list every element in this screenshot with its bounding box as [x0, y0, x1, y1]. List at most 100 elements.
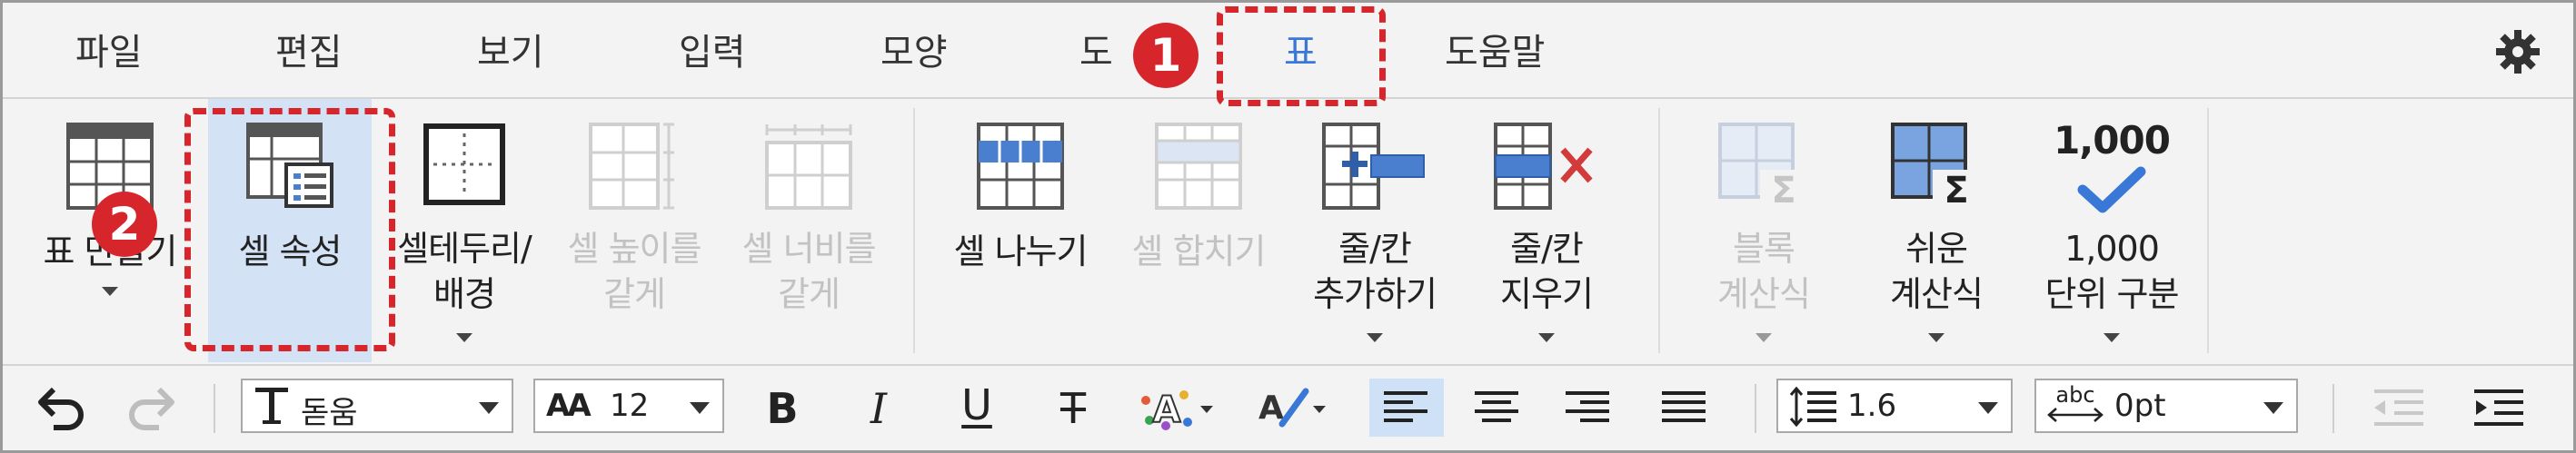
- font-size-select[interactable]: AA 12: [533, 379, 724, 433]
- align-center-button[interactable]: [1460, 379, 1535, 437]
- char-spacing-select[interactable]: abc 0pt: [2034, 379, 2298, 433]
- tab-insert[interactable]: 입력: [679, 30, 746, 75]
- split-cell-icon: [977, 123, 1064, 210]
- editor-window: 파일 편집 보기 입력 모양 도 표 도움말 표 셀 속성 셀테두리/ 배경 셀…: [0, 0, 2576, 453]
- thousands-label-line1: 1,000: [2064, 229, 2160, 269]
- block-calculation-button[interactable]: Σ 블록 계산식: [1684, 99, 1844, 362]
- align-center-icon: [1475, 391, 1518, 422]
- check-icon: [2077, 166, 2146, 213]
- chevron-down-icon: [102, 287, 118, 296]
- insert-row-icon: [1322, 123, 1425, 210]
- svg-text:A: A: [1258, 389, 1284, 427]
- insert-row-column-button[interactable]: 줄/칸 추가하기: [1293, 99, 1457, 362]
- align-left-icon: [1384, 391, 1427, 422]
- delete-label-line1: 줄/칸: [1510, 229, 1584, 269]
- align-right-icon: [1566, 391, 1609, 422]
- tab-view[interactable]: 보기: [477, 30, 544, 75]
- redo-button[interactable]: [123, 382, 181, 435]
- merge-cells-button[interactable]: 셀 합치기: [1109, 99, 1288, 362]
- format-toolbar: 돋움 AA 12 B I U T A A 1.6 abc 0pt: [3, 366, 2573, 450]
- char-spacing-value: 0pt: [2114, 388, 2166, 424]
- line-spacing-select[interactable]: 1.6: [1776, 379, 2013, 433]
- undo-button[interactable]: [32, 382, 90, 435]
- equal-height-label-line2: 같게: [603, 274, 666, 314]
- split-cell-button[interactable]: 셀 나누기: [931, 99, 1109, 362]
- equal-height-icon: [589, 123, 674, 210]
- italic-button[interactable]: I: [850, 382, 908, 435]
- font-icon: [255, 388, 288, 424]
- chevron-down-icon: [1367, 333, 1383, 342]
- chevron-down-icon: [2263, 402, 2283, 414]
- justify-button[interactable]: [1647, 379, 1722, 437]
- easy-calc-label-line2: 계산식: [1890, 274, 1984, 314]
- block-calc-label-line1: 블록: [1733, 229, 1795, 269]
- thousands-label-line2: 단위 구분: [2044, 274, 2180, 314]
- ribbon-separator: [2207, 108, 2209, 353]
- merge-cells-label: 셀 합치기: [1131, 231, 1267, 271]
- chevron-down-icon: [2104, 333, 2120, 342]
- svg-text:Σ: Σ: [1944, 170, 1968, 212]
- font-family-value: 돋움: [301, 395, 358, 431]
- underline-button[interactable]: U: [948, 379, 1006, 431]
- cell-border-background-button[interactable]: 셀테두리/ 배경: [383, 99, 546, 362]
- align-right-button[interactable]: [1551, 379, 1626, 437]
- delete-row-icon: [1494, 123, 1593, 210]
- delete-label-line2: 지우기: [1500, 274, 1594, 314]
- equal-column-width-button[interactable]: 셀 너비를 같게: [719, 99, 899, 362]
- double-arrow-icon: [2047, 408, 2104, 422]
- font-size-icon: AA: [546, 388, 592, 424]
- chevron-down-icon: [1755, 333, 1772, 342]
- cell-border-label-line2: 배경: [433, 274, 496, 314]
- highlight-color-button[interactable]: A: [1255, 382, 1337, 435]
- svg-text:A: A: [1153, 389, 1181, 431]
- callout-number-one: 1: [1133, 23, 1198, 88]
- text-color-icon: A: [1141, 389, 1213, 432]
- chevron-down-icon: [1538, 333, 1555, 342]
- block-calc-icon: Σ: [1718, 123, 1807, 212]
- char-spacing-icon-text: abc: [2055, 382, 2095, 408]
- indent-icon: [2474, 389, 2523, 426]
- merge-cells-icon: [1155, 123, 1242, 210]
- equal-width-icon: [765, 124, 852, 210]
- toolbar-separator: [2332, 384, 2334, 433]
- text-color-button[interactable]: A: [1137, 382, 1220, 435]
- tab-help[interactable]: 도움말: [1445, 30, 1545, 75]
- justify-icon: [1662, 391, 1706, 422]
- chevron-down-icon: [479, 402, 499, 414]
- line-spacing-value: 1.6: [1847, 388, 1897, 424]
- tab-file[interactable]: 파일: [75, 30, 143, 75]
- thousands-separator-button[interactable]: 1,000 1,000 단위 구분: [2025, 99, 2198, 362]
- highlighter-icon: A: [1258, 388, 1326, 428]
- insert-label-line2: 추가하기: [1313, 274, 1437, 314]
- thousands-icon: 1,000: [2025, 119, 2198, 219]
- cell-border-label-line1: 셀테두리/: [397, 229, 532, 269]
- decrease-indent-button[interactable]: [2362, 379, 2436, 437]
- equal-width-label-line1: 셀 너비를: [741, 229, 877, 269]
- callout-number-two: 2: [92, 192, 157, 257]
- easy-calc-label-line1: 쉬운: [1905, 229, 1968, 269]
- align-left-button[interactable]: [1369, 379, 1444, 437]
- tab-format[interactable]: 모양: [880, 30, 948, 75]
- gear-icon[interactable]: [2494, 28, 2541, 75]
- strikethrough-button[interactable]: T: [1044, 382, 1102, 435]
- font-family-select[interactable]: 돋움: [241, 379, 513, 433]
- easy-calculation-button[interactable]: Σ 쉬운 계산식: [1856, 99, 2016, 362]
- increase-indent-button[interactable]: [2462, 379, 2536, 437]
- equal-row-height-button[interactable]: 셀 높이를 같게: [548, 99, 721, 362]
- outdent-icon: [2374, 389, 2423, 426]
- delete-row-column-button[interactable]: 줄/칸 지우기: [1460, 99, 1633, 362]
- svg-text:Σ: Σ: [1771, 170, 1795, 212]
- equal-width-label-line2: 같게: [778, 274, 840, 314]
- char-spacing-icon: abc: [2045, 384, 2105, 424]
- toolbar-separator: [214, 384, 215, 433]
- bold-button[interactable]: B: [753, 382, 811, 435]
- chevron-down-icon: [1928, 333, 1944, 342]
- tab-tools[interactable]: 도: [1079, 30, 1113, 75]
- toolbar-separator: [1755, 384, 1756, 433]
- insert-label-line1: 줄/칸: [1338, 229, 1412, 269]
- tab-edit[interactable]: 편집: [275, 30, 343, 75]
- undo-icon: [38, 387, 84, 430]
- split-cell-label: 셀 나누기: [953, 231, 1089, 271]
- ribbon-separator: [913, 108, 915, 353]
- redo-icon: [129, 387, 174, 430]
